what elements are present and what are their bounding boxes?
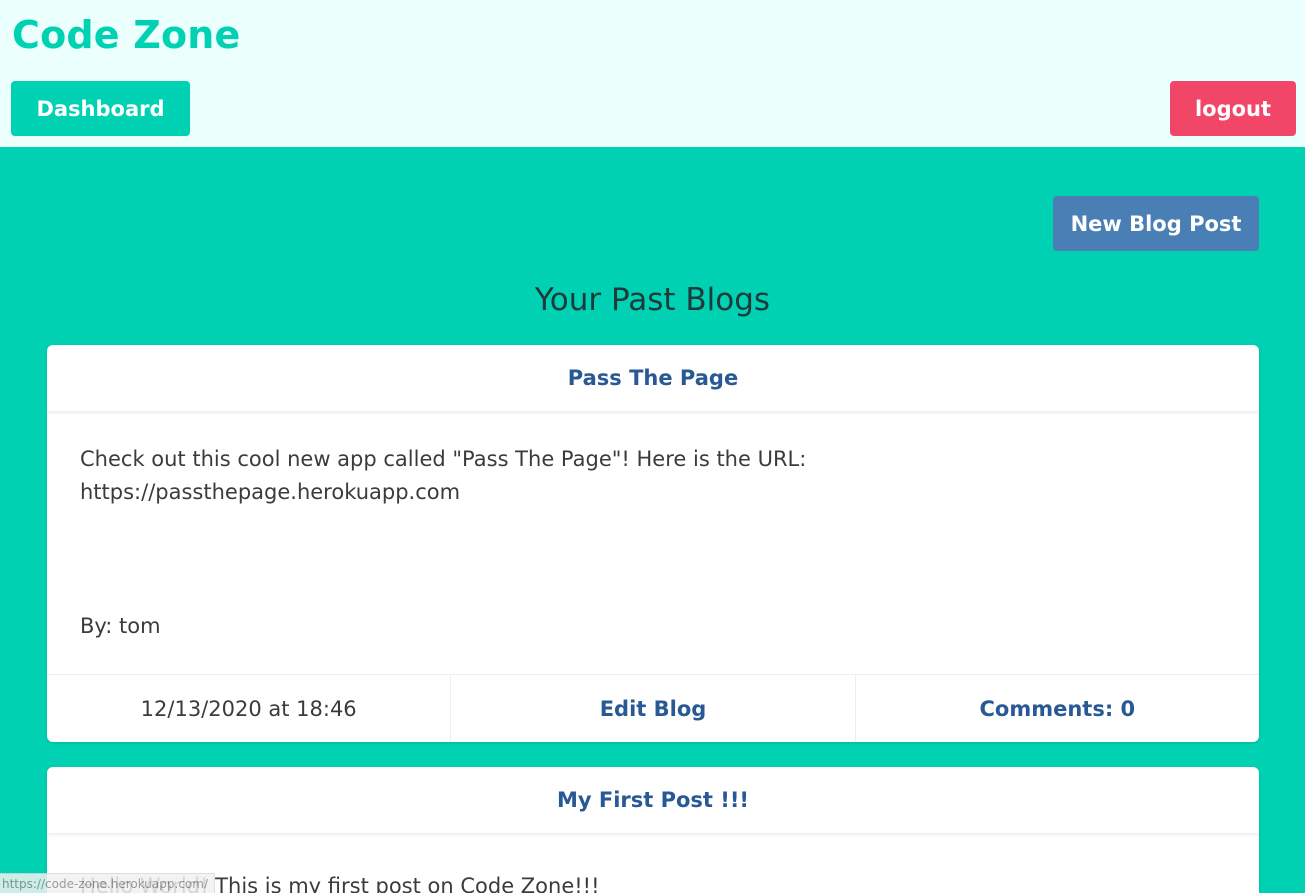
blog-card-footer: 12/13/2020 at 18:46 Edit Blog Comments: … xyxy=(47,674,1259,742)
site-brand[interactable]: Code Zone xyxy=(12,10,240,60)
blog-card: Pass The Page Check out this cool new ap… xyxy=(47,345,1259,742)
blog-title-link[interactable]: Pass The Page xyxy=(568,366,738,390)
blog-card-content: Hello World! This is my first post on Co… xyxy=(47,833,1259,893)
blog-date: 12/13/2020 at 18:46 xyxy=(140,696,357,721)
dashboard-button[interactable]: Dashboard xyxy=(11,81,190,136)
edit-blog-link[interactable]: Edit Blog xyxy=(450,675,854,742)
blog-title-link[interactable]: My First Post !!! xyxy=(557,788,749,812)
blog-body-text: Hello World! This is my first post on Co… xyxy=(80,874,600,893)
blog-card-header: My First Post !!! xyxy=(47,767,1259,833)
new-blog-post-button[interactable]: New Blog Post xyxy=(1053,196,1259,251)
logout-button[interactable]: logout xyxy=(1170,81,1296,136)
blog-body-text: Check out this cool new app called "Pass… xyxy=(80,447,807,504)
blog-card-content: Check out this cool new app called "Pass… xyxy=(47,411,1259,641)
blog-card: My First Post !!! Hello World! This is m… xyxy=(47,767,1259,893)
blog-author: By: tom xyxy=(80,614,161,638)
blog-card-header: Pass The Page xyxy=(47,345,1259,411)
status-bar-url: https://code-zone.herokuapp.com/ xyxy=(0,873,215,893)
top-navbar: Code Zone Dashboard logout xyxy=(0,0,1305,147)
page-title: Your Past Blogs xyxy=(534,282,771,318)
comments-link[interactable]: Comments: 0 xyxy=(854,675,1259,742)
